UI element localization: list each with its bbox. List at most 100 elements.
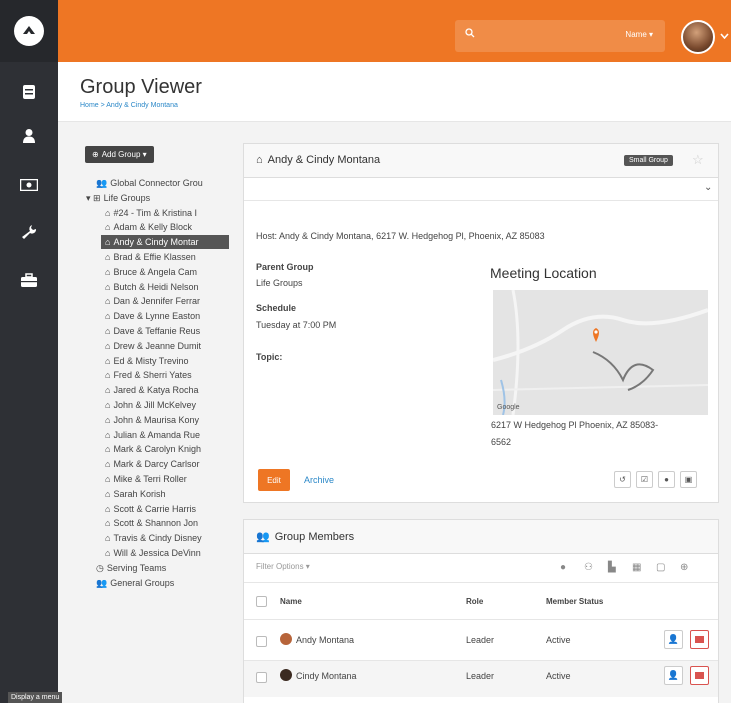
logo[interactable] <box>0 0 58 62</box>
delete-button[interactable] <box>690 630 709 649</box>
select-all-checkbox[interactable] <box>256 596 267 607</box>
home-icon: ⌂ <box>256 154 263 166</box>
tree-item-label: Bruce & Angela Cam <box>113 266 197 277</box>
home-icon: ⌂ <box>105 444 111 455</box>
table-row[interactable]: Cindy Montana Leader Active 👤 <box>244 661 718 697</box>
tree-item[interactable]: ⌂ Sarah Korish <box>105 487 229 501</box>
group-type-badge: Small Group <box>624 155 673 166</box>
members-title: 👥 Group Members <box>256 531 355 543</box>
home-icon: ⌂ <box>105 252 111 262</box>
tree-item[interactable]: ⌂ Drew & Jeanne Dumit <box>105 339 229 353</box>
tree-item[interactable]: ⌂ Julian & Amanda Rue <box>105 428 229 442</box>
home-icon: ⌂ <box>105 385 111 396</box>
parent-group-value: Life Groups <box>256 278 303 288</box>
add-group-button[interactable]: ⊕ Add Group ▾ <box>85 146 154 163</box>
breadcrumb[interactable]: Home > Andy & Cindy Montana <box>80 102 178 109</box>
users-icon[interactable]: ⚇ <box>584 562 593 573</box>
map-marker-icon[interactable]: ● <box>658 471 675 488</box>
tree-item[interactable]: ⌂ John & Jill McKelvey <box>105 398 229 412</box>
home-icon: ⌂ <box>105 326 111 336</box>
star-icon[interactable]: ☆ <box>692 152 704 168</box>
check-square-icon[interactable]: ☑ <box>636 471 653 488</box>
chevron-down-icon[interactable]: ⌄ <box>704 182 712 193</box>
home-icon: ⌂ <box>105 355 111 366</box>
tree-item[interactable]: 👥 General Groups <box>96 576 229 590</box>
tree-item[interactable]: ⌂ Mike & Terri Roller <box>105 472 229 486</box>
tree-item-label: Andy & Cindy Montar <box>113 237 199 248</box>
chevron-down-icon[interactable] <box>720 30 729 42</box>
tree-item[interactable]: ⌂ #24 - Tim & Kristina I <box>105 206 229 220</box>
tree-item[interactable]: ⌂ Jared & Katya Rocha <box>105 383 229 397</box>
add-icon[interactable]: ⊕ <box>680 562 688 573</box>
home-icon: ⌂ <box>105 400 111 410</box>
tree-item[interactable]: ⌂ Fred & Sherri Yates <box>105 368 229 382</box>
column-member-status[interactable]: Member Status <box>546 597 603 606</box>
tree-item-label: Julian & Amanda Rue <box>113 429 200 440</box>
home-icon: ⌂ <box>105 340 111 351</box>
tree-item[interactable]: ⌂ Adam & Kelly Block <box>105 220 229 234</box>
tree-item[interactable]: ⌂ Dave & Lynne Easton <box>105 309 229 323</box>
money-icon[interactable] <box>0 163 58 207</box>
tree-item-label: Will & Jessica DeVinn <box>113 548 201 558</box>
column-name[interactable]: Name <box>280 597 302 606</box>
user-icon[interactable] <box>0 114 58 158</box>
person-profile-icon[interactable]: 👤 <box>664 666 683 685</box>
row-checkbox[interactable] <box>256 672 267 683</box>
tree-item[interactable]: ◷ Serving Teams <box>96 561 229 575</box>
person-profile-icon[interactable]: 👤 <box>664 630 683 649</box>
group-title: ⌂ Andy & Cindy Montana <box>256 154 381 166</box>
map[interactable]: Google <box>492 289 709 416</box>
lock-icon[interactable]: ▣ <box>680 471 697 488</box>
plus-circle-icon: ⊕ <box>92 150 99 159</box>
tree-item-label: Dan & Jennifer Ferrar <box>113 296 200 307</box>
tree-item[interactable]: ⌂ Scott & Shannon Jon <box>105 516 229 530</box>
tree-item[interactable]: ⌂ Travis & Cindy Disney <box>105 531 229 545</box>
home-icon: ⌂ <box>105 503 111 514</box>
table-icon[interactable]: ▦ <box>632 562 641 573</box>
tree-item[interactable]: 👥 Global Connector Grou <box>96 176 229 190</box>
tree-item[interactable]: ⌂ Brad & Effie Klassen <box>105 250 229 264</box>
tree-item[interactable]: ▾ ⊞ Life Groups <box>86 191 229 205</box>
briefcase-icon[interactable] <box>0 258 58 302</box>
search-input[interactable]: Name ▾ <box>455 20 665 52</box>
comment-icon[interactable]: ● <box>560 562 566 573</box>
delete-button[interactable] <box>690 666 709 685</box>
tree-item[interactable]: ⌂ Dan & Jennifer Ferrar <box>105 294 229 308</box>
member-status: Active <box>546 635 571 645</box>
filter-options[interactable]: Filter Options ▾ <box>256 562 310 571</box>
home-icon: ⌂ <box>105 414 111 425</box>
tree-item[interactable]: ⌂ Scott & Carrie Harris <box>105 502 229 516</box>
wrench-icon[interactable] <box>0 210 58 254</box>
group-members-panel: 👥 Group Members Filter Options ▾ ● ⚇ ▙ ▦ … <box>243 519 719 703</box>
home-icon: ⌂ <box>105 488 111 499</box>
truck-icon[interactable]: ▙ <box>608 562 616 573</box>
users-icon: 👥 <box>96 178 108 188</box>
row-checkbox[interactable] <box>256 636 267 647</box>
tree-item[interactable]: ⌂ Dave & Teffanie Reus <box>105 324 229 338</box>
edit-button[interactable]: Edit <box>258 469 290 491</box>
tree-item-label: Butch & Heidi Nelson <box>113 281 199 292</box>
tree-item[interactable]: ⌂ Bruce & Angela Cam <box>105 265 229 279</box>
archive-link[interactable]: Archive <box>304 475 334 485</box>
history-icon[interactable]: ↺ <box>614 471 631 488</box>
panel-heading: ⌂ Andy & Cindy Montana Small Group ☆ <box>244 144 718 178</box>
tree-item[interactable]: ⌂ Will & Jessica DeVinn <box>105 546 229 560</box>
tree-item[interactable]: ⌂ Andy & Cindy Montar <box>101 235 229 250</box>
book-icon[interactable] <box>0 70 58 114</box>
column-role[interactable]: Role <box>466 597 483 606</box>
tree-item-label: Life Groups <box>103 192 151 203</box>
merge-icon[interactable]: ▢ <box>656 562 665 573</box>
search-type-dropdown[interactable]: Name ▾ <box>625 30 653 39</box>
tree-item-label: Scott & Carrie Harris <box>113 503 196 514</box>
home-icon: ⌂ <box>105 281 111 292</box>
tree-item[interactable]: ⌂ Mark & Carolyn Knigh <box>105 442 229 456</box>
tree-item[interactable]: ⌂ John & Maurisa Kony <box>105 413 229 427</box>
tree-item-label: Global Connector Grou <box>110 178 203 188</box>
tree-item[interactable]: ⌂ Butch & Heidi Nelson <box>105 280 229 294</box>
topic-label: Topic: <box>256 352 283 362</box>
home-icon: ⌂ <box>105 207 111 218</box>
tree-item[interactable]: ⌂ Mark & Darcy Carlsor <box>105 457 229 471</box>
home-icon: ⌂ <box>105 429 111 440</box>
tree-item[interactable]: ⌂ Ed & Misty Trevino <box>105 354 229 368</box>
avatar[interactable] <box>681 20 715 54</box>
